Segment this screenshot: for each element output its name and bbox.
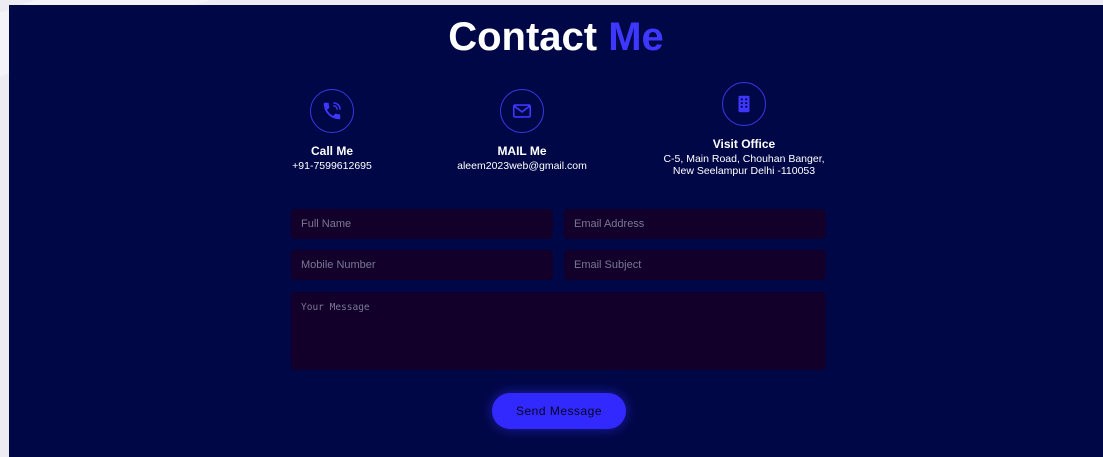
call-detail: +91-7599612695 [292, 160, 372, 172]
full-name-input[interactable] [291, 209, 553, 239]
page-title: Contact Me [9, 15, 1103, 59]
title-main: Contact [448, 15, 598, 59]
message-textarea[interactable] [291, 292, 826, 370]
office-detail: C-5, Main Road, Chouhan Banger, New Seel… [663, 153, 825, 177]
call-heading: Call Me [310, 144, 353, 158]
contact-office: Visit Office C-5, Main Road, Chouhan Ban… [634, 82, 854, 177]
mobile-input[interactable] [291, 250, 553, 280]
phone-icon [310, 89, 354, 133]
contact-mail: MAIL Me aleem2023web@gmail.com [442, 89, 602, 172]
contact-call: Call Me +91-7599612695 [262, 89, 402, 172]
mail-heading: MAIL Me [497, 144, 547, 158]
office-heading: Visit Office [712, 137, 776, 151]
title-accent: Me [608, 15, 664, 59]
email-input[interactable] [564, 209, 826, 239]
subject-input[interactable] [564, 250, 826, 280]
mail-detail: aleem2023web@gmail.com [457, 160, 587, 172]
send-message-button[interactable]: Send Message [492, 393, 626, 429]
building-icon [722, 82, 766, 126]
contact-section: Contact Me Call Me +91-7599612695 MAIL M… [9, 5, 1103, 457]
mail-icon [500, 89, 544, 133]
